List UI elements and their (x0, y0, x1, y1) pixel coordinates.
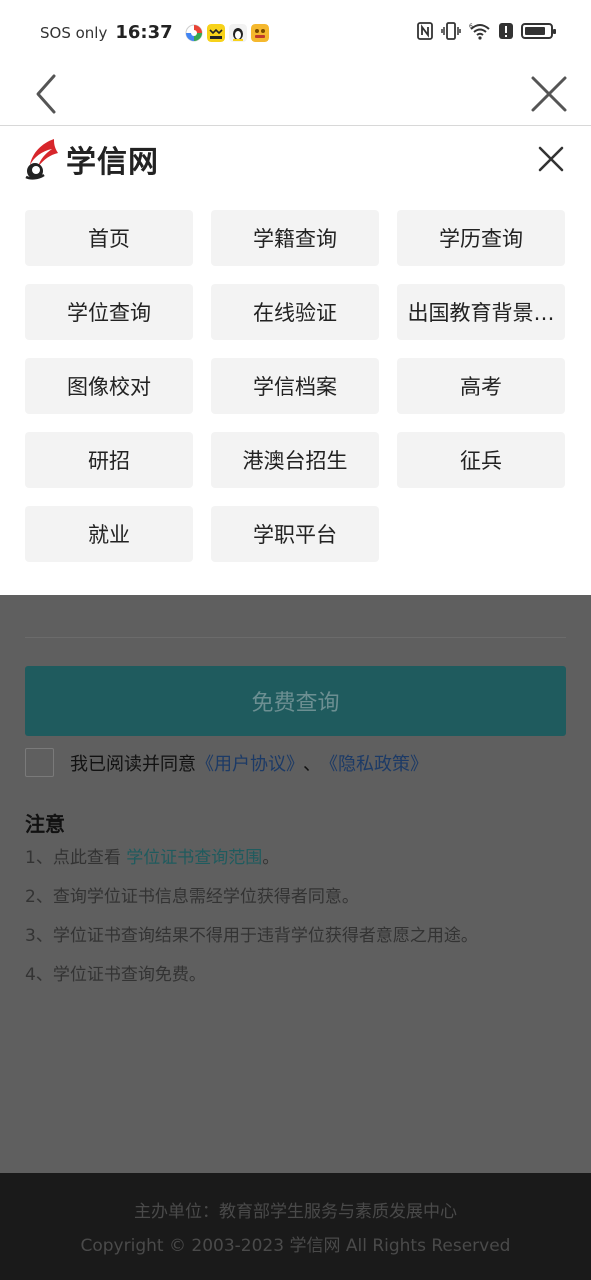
clock: 16:37 (115, 22, 173, 43)
menu-item-label: 在线验证 (253, 301, 337, 325)
close-icon[interactable] (527, 70, 571, 118)
top-navigation-bar (0, 66, 591, 126)
menu-item-label: 港澳台招生 (242, 449, 348, 473)
penguin-app-icon (228, 23, 247, 42)
menu-item-label: 出国教育背景… (407, 301, 555, 325)
menu-item-label: 学历查询 (439, 227, 523, 251)
notice-item: 2、查询学位证书信息需经学位获得者同意。 (25, 887, 359, 907)
notice-list: 1、点此查看 学位证书查询范围。 2、查询学位证书信息需经学位获得者同意。 3、… (25, 847, 478, 1003)
close-menu-icon[interactable] (537, 145, 565, 173)
degree-query-scope-link[interactable]: 学位证书查询范围 (126, 848, 262, 868)
menu-item-label: 学信档案 (253, 375, 337, 399)
navigation-menu-panel: 学信网 首页 学籍查询 学历查询 学位查询 在线验证 出国教育背景… 图像校对 … (0, 127, 591, 595)
menu-item-home[interactable]: 首页 (25, 210, 193, 266)
notice-1-prefix: 1、点此查看 (25, 848, 127, 868)
notice-1-suffix: 。 (262, 848, 280, 868)
divider (25, 637, 566, 638)
user-agreement-link[interactable]: 《用户协议》 (196, 754, 295, 775)
menu-item-gaokao[interactable]: 高考 (397, 358, 565, 414)
menu-item-label: 首页 (88, 227, 130, 251)
agreement-prefix: 我已阅读并同意 (70, 753, 196, 775)
yellow-app-icon (250, 23, 269, 42)
menu-item-chsi-archive[interactable]: 学信档案 (211, 358, 379, 414)
menu-item-online-verification[interactable]: 在线验证 (211, 284, 379, 340)
menu-item-conscription[interactable]: 征兵 (397, 432, 565, 488)
menu-item-student-status-query[interactable]: 学籍查询 (211, 210, 379, 266)
vibrate-icon (441, 22, 461, 40)
menu-item-study-abroad-background[interactable]: 出国教育背景… (397, 284, 565, 340)
dimmed-page-overlay[interactable]: 免费查询 我已阅读并同意《用户协议》、《隐私政策》 注意 1、点此查看 学位证书… (0, 595, 591, 1173)
menu-item-label: 学位查询 (67, 301, 151, 325)
cartoon-app-icon (206, 23, 225, 42)
menu-item-label: 征兵 (460, 449, 502, 473)
menu-grid: 首页 学籍查询 学历查询 学位查询 在线验证 出国教育背景… 图像校对 学信档案… (25, 210, 566, 562)
menu-item-image-verification[interactable]: 图像校对 (25, 358, 193, 414)
menu-item-label: 就业 (88, 523, 130, 547)
footer-copyright: Copyright © 2003-2023 学信网 All Rights Res… (80, 1236, 511, 1256)
menu-item-label: 学职平台 (253, 523, 337, 547)
agreement-text: 我已阅读并同意《用户协议》、《隐私政策》 (70, 750, 428, 776)
menu-item-label: 图像校对 (67, 375, 151, 399)
logo-text: 学信网 (66, 145, 159, 180)
browser-app-icon (185, 24, 203, 41)
menu-item-education-query[interactable]: 学历查询 (397, 210, 565, 266)
battery-icon (521, 23, 556, 39)
menu-item-employment[interactable]: 就业 (25, 506, 193, 562)
menu-item-label: 学籍查询 (253, 227, 337, 251)
agreement-row: 我已阅读并同意《用户协议》、《隐私政策》 (25, 748, 428, 777)
menu-item-degree-query[interactable]: 学位查询 (25, 284, 193, 340)
page-footer: 主办单位：教育部学生服务与素质发展中心 Copyright © 2003-202… (0, 1173, 591, 1280)
carrier-label: SOS only (40, 23, 108, 42)
notification-icons (185, 23, 269, 42)
menu-item-label: 研招 (88, 449, 130, 473)
wifi-icon: 6 (469, 23, 490, 40)
menu-item-graduate-admissions[interactable]: 研招 (25, 432, 193, 488)
menu-item-label: 高考 (460, 375, 502, 399)
free-query-button[interactable]: 免费查询 (25, 666, 566, 736)
chevron-left-icon[interactable] (28, 70, 68, 118)
alert-icon (499, 23, 513, 39)
agreement-checkbox[interactable] (25, 748, 54, 777)
notice-title: 注意 (25, 812, 65, 836)
status-left: SOS only 16:37 (40, 22, 269, 43)
notice-item: 1、点此查看 学位证书查询范围。 (25, 847, 478, 886)
chsi-logo-icon (25, 139, 58, 180)
status-right: 6 (417, 22, 556, 40)
site-logo[interactable]: 学信网 (24, 137, 159, 181)
agreement-separator: 、 (303, 753, 321, 775)
privacy-policy-link[interactable]: 《隐私政策》 (329, 754, 428, 775)
nfc-icon (417, 22, 433, 40)
footer-organizer: 主办单位：教育部学生服务与素质发展中心 (134, 1202, 457, 1222)
app-root: SOS only 16:37 6 学信网 首页 学籍查询 学历查询 学位查询 在… (0, 0, 591, 1280)
menu-item-hk-macao-taiwan-admissions[interactable]: 港澳台招生 (211, 432, 379, 488)
notice-item: 4、学位证书查询免费。 (25, 965, 206, 985)
status-bar: SOS only 16:37 6 (0, 0, 591, 66)
menu-item-career-platform[interactable]: 学职平台 (211, 506, 379, 562)
svg-text:6: 6 (469, 23, 473, 30)
battery-level-fill (525, 27, 546, 35)
notice-item: 3、学位证书查询结果不得用于违背学位获得者意愿之用途。 (25, 926, 478, 946)
